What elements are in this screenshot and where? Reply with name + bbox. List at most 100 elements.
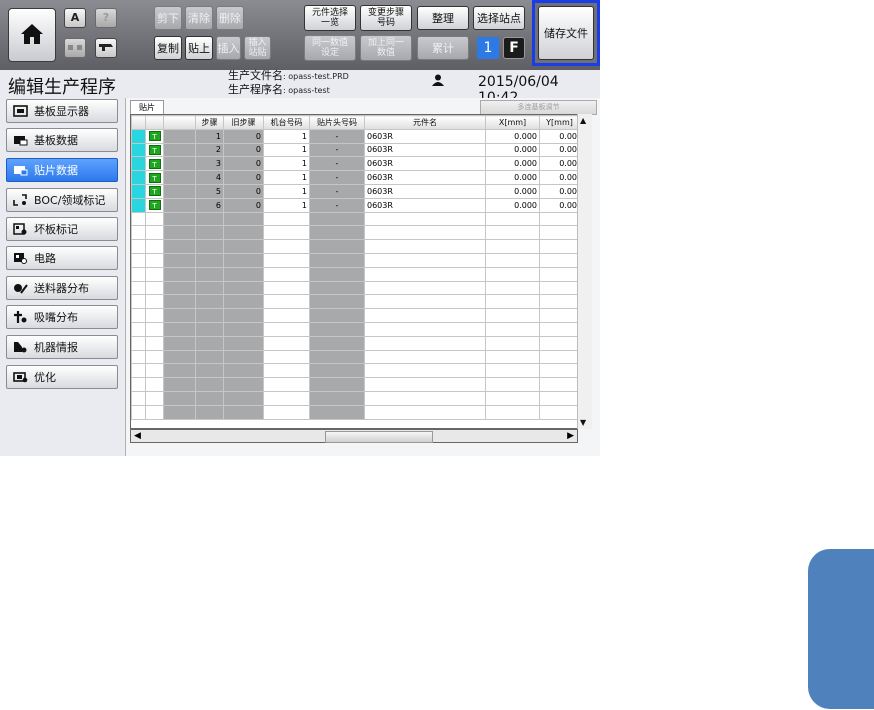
cut-button[interactable]: 剪下 bbox=[154, 6, 182, 30]
cell-part-name[interactable] bbox=[364, 294, 486, 310]
cell-x[interactable] bbox=[485, 225, 540, 241]
row-marker[interactable] bbox=[131, 294, 146, 310]
row-t[interactable]: T bbox=[145, 183, 164, 199]
cell-old-step[interactable]: 0 bbox=[223, 128, 264, 144]
cell-part-name[interactable] bbox=[364, 404, 486, 420]
cell-old-step[interactable] bbox=[223, 390, 264, 406]
sidebar-item-boc-mark[interactable]: BOC/领域标记 bbox=[6, 188, 118, 212]
cell-step[interactable] bbox=[195, 321, 224, 337]
table-row[interactable] bbox=[131, 404, 580, 420]
cell-part-name[interactable] bbox=[364, 321, 486, 337]
row-t[interactable] bbox=[145, 321, 164, 337]
cell-x[interactable]: 0.000 bbox=[485, 156, 540, 172]
home-button[interactable] bbox=[8, 8, 56, 62]
row-gray[interactable] bbox=[163, 211, 196, 227]
row-gray[interactable] bbox=[163, 170, 196, 185]
help-icon[interactable]: ? bbox=[95, 8, 117, 28]
cell-step[interactable] bbox=[195, 239, 224, 254]
cell-x[interactable] bbox=[485, 390, 540, 406]
row-t[interactable]: T bbox=[145, 142, 164, 158]
row-gray[interactable] bbox=[163, 321, 196, 337]
cell-x[interactable]: 0.000 bbox=[485, 128, 540, 144]
cell-old-step[interactable]: 0 bbox=[223, 197, 264, 213]
cell-head-no[interactable] bbox=[309, 321, 365, 337]
cell-head-no[interactable] bbox=[309, 363, 365, 379]
cell-head-no[interactable] bbox=[309, 349, 365, 365]
delete-button[interactable]: 删除 bbox=[216, 6, 244, 30]
cell-y[interactable] bbox=[539, 266, 580, 282]
row-marker[interactable] bbox=[131, 266, 146, 282]
row-t[interactable] bbox=[145, 335, 164, 351]
cell-x[interactable] bbox=[485, 294, 540, 310]
row-gray[interactable] bbox=[163, 239, 196, 254]
cell-part-name[interactable]: 0603R bbox=[364, 183, 486, 199]
cell-machine-no[interactable] bbox=[263, 363, 310, 379]
table-row[interactable] bbox=[131, 363, 580, 379]
cell-x[interactable] bbox=[485, 211, 540, 227]
cell-y[interactable] bbox=[539, 294, 580, 310]
cell-step[interactable]: 4 bbox=[195, 170, 224, 185]
row-gray[interactable] bbox=[163, 183, 196, 199]
cell-step[interactable] bbox=[195, 335, 224, 351]
row-marker[interactable] bbox=[131, 404, 146, 420]
row-t[interactable] bbox=[145, 363, 164, 379]
cell-y[interactable] bbox=[539, 280, 580, 296]
cell-part-name[interactable] bbox=[364, 363, 486, 379]
cell-step[interactable]: 3 bbox=[195, 156, 224, 172]
a-icon[interactable]: A bbox=[64, 8, 86, 28]
cell-x[interactable] bbox=[485, 280, 540, 296]
cell-head-no[interactable] bbox=[309, 377, 365, 392]
cell-head-no[interactable]: - bbox=[309, 128, 365, 144]
cell-part-name[interactable]: 0603R bbox=[364, 170, 486, 185]
transfer-icon[interactable] bbox=[64, 38, 86, 58]
row-gray[interactable] bbox=[163, 349, 196, 365]
cell-y[interactable] bbox=[539, 308, 580, 323]
table-row[interactable] bbox=[131, 252, 580, 268]
row-gray[interactable] bbox=[163, 225, 196, 241]
cell-x[interactable] bbox=[485, 266, 540, 282]
row-gray[interactable] bbox=[163, 308, 196, 323]
cell-part-name[interactable] bbox=[364, 377, 486, 392]
table-row[interactable]: T 4 0 1-0603R 0.000 0.00 bbox=[131, 170, 580, 185]
cell-machine-no[interactable]: 1 bbox=[263, 183, 310, 199]
side-tab[interactable] bbox=[808, 549, 874, 709]
cell-head-no[interactable] bbox=[309, 404, 365, 420]
cell-step[interactable] bbox=[195, 280, 224, 296]
cell-step[interactable] bbox=[195, 377, 224, 392]
header-part-name[interactable]: 元件名 bbox=[364, 115, 486, 130]
table-row[interactable] bbox=[131, 239, 580, 254]
row-t[interactable]: T bbox=[145, 170, 164, 185]
cell-old-step[interactable] bbox=[223, 335, 264, 351]
cell-old-step[interactable] bbox=[223, 363, 264, 379]
cell-old-step[interactable] bbox=[223, 404, 264, 420]
row-t[interactable] bbox=[145, 404, 164, 420]
cell-y[interactable]: 0.00 bbox=[539, 128, 580, 144]
row-marker[interactable] bbox=[131, 211, 146, 227]
cell-step[interactable] bbox=[195, 211, 224, 227]
cell-part-name[interactable]: 0603R bbox=[364, 142, 486, 158]
table-row[interactable] bbox=[131, 349, 580, 365]
cell-y[interactable] bbox=[539, 239, 580, 254]
row-marker[interactable] bbox=[131, 183, 146, 199]
cell-machine-no[interactable] bbox=[263, 335, 310, 351]
row-gray[interactable] bbox=[163, 377, 196, 392]
cell-part-name[interactable] bbox=[364, 280, 486, 296]
cell-old-step[interactable] bbox=[223, 211, 264, 227]
cell-old-step[interactable] bbox=[223, 266, 264, 282]
row-t[interactable] bbox=[145, 266, 164, 282]
cell-y[interactable] bbox=[539, 225, 580, 241]
cell-y[interactable] bbox=[539, 390, 580, 406]
insert-button[interactable]: 插入 bbox=[216, 36, 241, 60]
row-gray[interactable] bbox=[163, 335, 196, 351]
row-marker[interactable] bbox=[131, 321, 146, 337]
cell-y[interactable] bbox=[539, 377, 580, 392]
copy-button[interactable]: 复制 bbox=[154, 36, 182, 60]
cell-machine-no[interactable] bbox=[263, 404, 310, 420]
cell-part-name[interactable]: 0603R bbox=[364, 128, 486, 144]
row-marker[interactable] bbox=[131, 390, 146, 406]
header-head-no[interactable]: 贴片头号码 bbox=[309, 115, 365, 130]
header-old-step[interactable]: 旧步骤 bbox=[223, 115, 264, 130]
table-row[interactable]: T 1 0 1-0603R 0.000 0.00 bbox=[131, 128, 580, 144]
cell-old-step[interactable]: 0 bbox=[223, 183, 264, 199]
cell-machine-no[interactable]: 1 bbox=[263, 128, 310, 144]
